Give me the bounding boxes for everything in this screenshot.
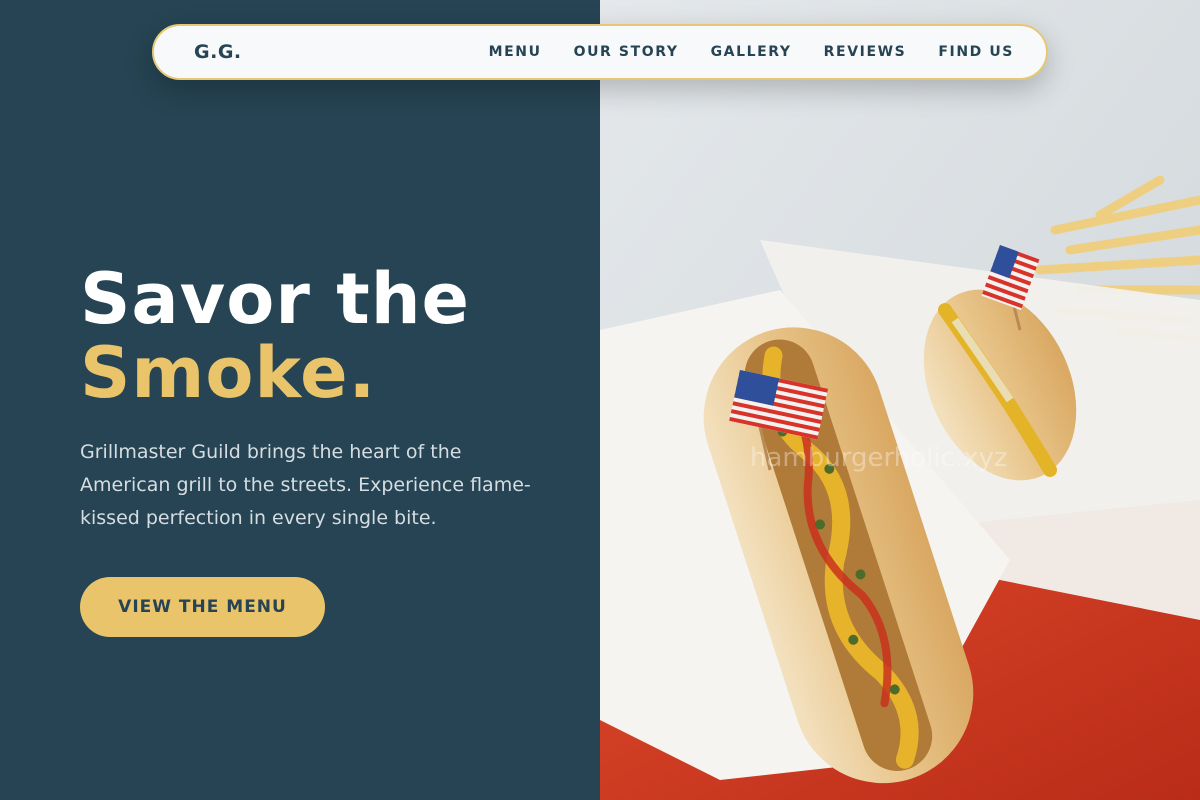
- hero-headline: Savor the Smoke.: [80, 262, 580, 410]
- hero-photo: hamburgerholic.xyz: [600, 0, 1200, 800]
- hero-section: hamburgerholic.xyz G.G. MENU OUR STORY G…: [0, 0, 1200, 800]
- nav-link-menu[interactable]: MENU: [489, 44, 542, 60]
- nav-links: MENU OUR STORY GALLERY REVIEWS FIND US: [489, 44, 1014, 60]
- logo[interactable]: G.G.: [194, 41, 242, 63]
- hot-dog-illustration: hamburgerholic.xyz: [600, 0, 1200, 800]
- view-menu-button[interactable]: VIEW THE MENU: [80, 577, 325, 637]
- nav-link-our-story[interactable]: OUR STORY: [574, 44, 679, 60]
- nav-link-find-us[interactable]: FIND US: [938, 44, 1014, 60]
- hero-description: Grillmaster Guild brings the heart of th…: [80, 441, 531, 529]
- hero-content: Savor the Smoke. Grillmaster Guild bring…: [80, 262, 580, 637]
- nav-link-gallery[interactable]: GALLERY: [711, 44, 792, 60]
- watermark: hamburgerholic.xyz: [750, 443, 1008, 473]
- headline-line-1: Savor the: [80, 258, 471, 340]
- headline-line-2: Smoke.: [80, 332, 377, 414]
- navbar: G.G. MENU OUR STORY GALLERY REVIEWS FIND…: [152, 24, 1048, 80]
- nav-link-reviews[interactable]: REVIEWS: [824, 44, 907, 60]
